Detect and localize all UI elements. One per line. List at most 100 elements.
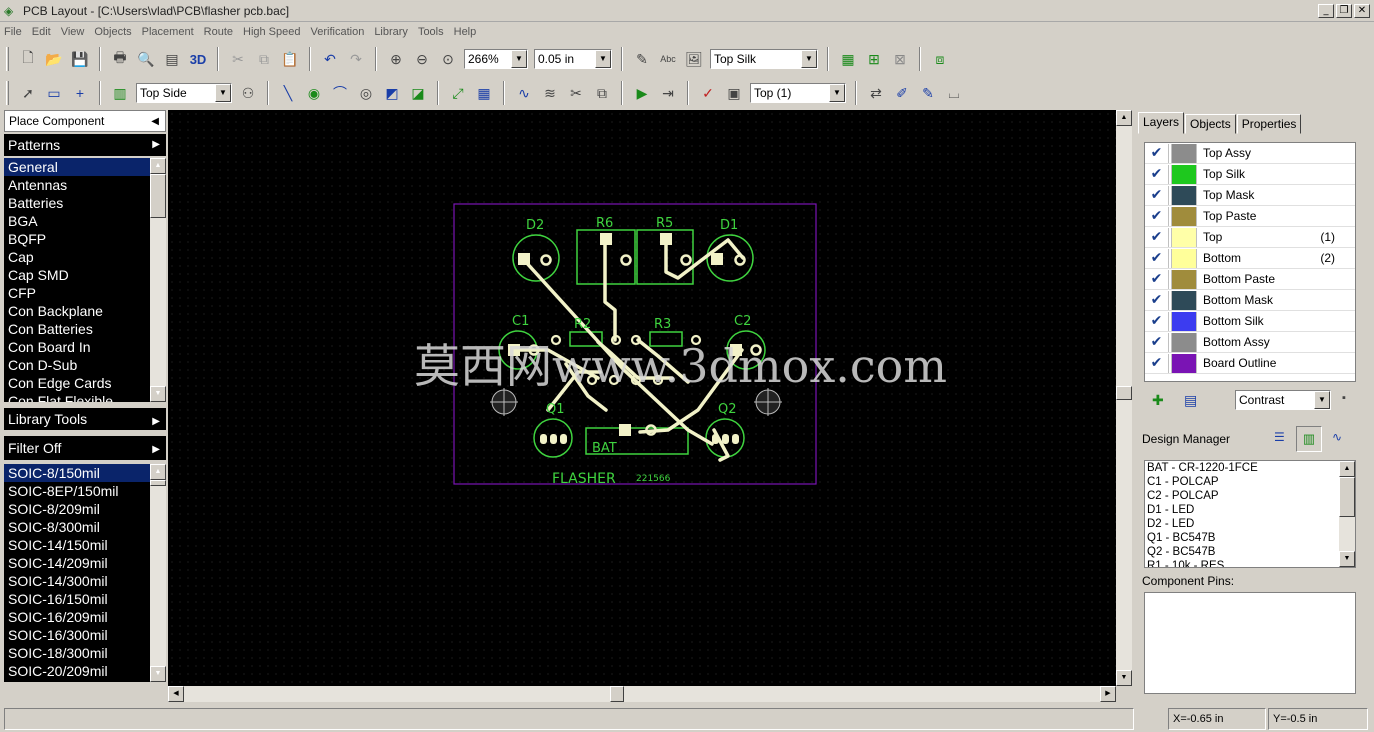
traces-view-icon[interactable]: ∿ xyxy=(1332,430,1342,444)
menu-file[interactable]: File xyxy=(4,26,22,38)
add-layer-icon[interactable]: ✚ xyxy=(1152,392,1164,409)
footprint-list[interactable]: SOIC-8/150mil SOIC-8EP/150mil SOIC-8/209… xyxy=(4,460,166,682)
report-icon[interactable]: ▤ xyxy=(159,46,185,72)
multi-route-icon[interactable]: ≋ xyxy=(537,80,563,106)
arc-icon[interactable]: ⌒ xyxy=(327,80,353,106)
zoom-select[interactable]: 266% ▼ xyxy=(464,49,528,69)
list-item[interactable]: SOIC-14/209mil xyxy=(4,554,166,572)
layer-row[interactable]: ✔ Bottom Mask xyxy=(1145,290,1355,311)
crosshair-icon[interactable]: + xyxy=(67,80,93,106)
scroll-up-icon[interactable]: ▲ xyxy=(1339,461,1355,477)
autoroute-settings-icon[interactable]: ⧉ xyxy=(589,80,615,106)
copper-pour-icon[interactable]: ◪ xyxy=(405,80,431,106)
list-item[interactable]: Con Edge Cards xyxy=(4,374,166,392)
component-pins-list[interactable] xyxy=(1144,592,1356,694)
menu-library[interactable]: Library xyxy=(374,26,408,38)
menu-help[interactable]: Help xyxy=(454,26,477,38)
layer-row[interactable]: ✔ Top (1) xyxy=(1145,227,1355,248)
layer-color-swatch[interactable] xyxy=(1171,269,1197,289)
zoom-in-icon[interactable]: ⊕ xyxy=(383,46,409,72)
list-item[interactable]: Con Backplane xyxy=(4,302,166,320)
layer-row[interactable]: ✔ Bottom (2) xyxy=(1145,248,1355,269)
measure-icon[interactable]: ▭ xyxy=(41,80,67,106)
checkmark-icon[interactable]: ✔ xyxy=(1145,164,1169,184)
unroute-icon[interactable]: ⊠ xyxy=(887,46,913,72)
scroll-down-icon[interactable]: ▼ xyxy=(150,386,166,402)
list-item[interactable]: C2 - POLCAP xyxy=(1145,489,1355,503)
canvas-horizontal-scrollbar[interactable]: ◀ ▶ xyxy=(168,686,1116,702)
image-icon[interactable]: 🖼 xyxy=(681,46,707,72)
baseline-icon[interactable]: ⌴ xyxy=(941,80,967,106)
scroll-up-icon[interactable]: ▲ xyxy=(150,158,166,174)
layer-settings-icon[interactable]: ▤ xyxy=(1184,392,1197,409)
list-item[interactable]: Batteries xyxy=(4,194,166,212)
menu-objects[interactable]: Objects xyxy=(94,26,131,38)
run-autoroute-icon[interactable]: ▶ xyxy=(629,80,655,106)
layer-row[interactable]: ✔ Bottom Paste xyxy=(1145,269,1355,290)
restore-button[interactable]: ❐ xyxy=(1336,4,1352,18)
scroll-left-icon[interactable]: ◀ xyxy=(168,686,184,702)
menu-placement[interactable]: Placement xyxy=(142,26,194,38)
menu-view[interactable]: View xyxy=(61,26,85,38)
layer-color-swatch[interactable] xyxy=(1171,206,1197,226)
dimension-icon[interactable]: ⤢ xyxy=(445,80,471,106)
print-icon[interactable]: 🖶 xyxy=(107,46,133,72)
layer-color-swatch[interactable] xyxy=(1171,290,1197,310)
list-item[interactable]: SOIC-20/209mil xyxy=(4,662,166,680)
list-item[interactable]: SOIC-14/150mil xyxy=(4,536,166,554)
library-tools-header[interactable]: Library Tools ▶ xyxy=(4,402,166,430)
scroll-thumb[interactable] xyxy=(1339,477,1355,517)
pin-panel-icon[interactable]: ▪ xyxy=(1342,392,1346,404)
layer-row[interactable]: ✔ Bottom Assy xyxy=(1145,332,1355,353)
redo-icon[interactable]: ↷ xyxy=(343,46,369,72)
collapse-left-icon[interactable]: ◀ xyxy=(151,116,159,127)
new-file-icon[interactable]: 🗋 xyxy=(15,46,41,72)
silk-layer-select[interactable]: Top Silk ▼ xyxy=(710,49,818,69)
checkmark-icon[interactable]: ✔ xyxy=(1145,353,1169,373)
layer-color-swatch[interactable] xyxy=(1171,311,1197,331)
list-item[interactable]: SOIC-14/300mil xyxy=(4,572,166,590)
grid-table-icon[interactable]: ▦ xyxy=(471,80,497,106)
layer-color-swatch[interactable] xyxy=(1171,185,1197,205)
list-item[interactable]: Q1 - BC547B xyxy=(1145,531,1355,545)
layer-color-swatch[interactable] xyxy=(1171,143,1197,163)
swap-icon[interactable]: ⇄ xyxy=(863,80,889,106)
scroll-up-icon[interactable]: ▲ xyxy=(1116,110,1132,126)
list-item[interactable]: SOIC-16/300mil xyxy=(4,626,166,644)
list-item[interactable]: D2 - LED xyxy=(1145,517,1355,531)
list-item[interactable]: Q2 - BC547B xyxy=(1145,545,1355,559)
list-item[interactable]: Cap SMD xyxy=(4,266,166,284)
contrast-select[interactable]: Contrast ▼ xyxy=(1235,390,1331,410)
list-item[interactable]: D1 - LED xyxy=(1145,503,1355,517)
tab-objects[interactable]: Objects xyxy=(1185,114,1236,134)
abc-text-icon[interactable]: Abc xyxy=(655,46,681,72)
grid-select[interactable]: 0.05 in ▼ xyxy=(534,49,612,69)
layer-row[interactable]: ✔ Top Silk xyxy=(1145,164,1355,185)
list-item[interactable]: SOIC-8EP/150mil xyxy=(4,482,166,500)
list-item[interactable]: SOIC-8/209mil xyxy=(4,500,166,518)
checkmark-icon[interactable]: ✔ xyxy=(1145,227,1169,247)
layer-color-swatch[interactable] xyxy=(1171,353,1197,373)
route-icon[interactable]: ∿ xyxy=(511,80,537,106)
layer-row[interactable]: ✔ Top Mask xyxy=(1145,185,1355,206)
select-arrow-icon[interactable]: ➚ xyxy=(15,80,41,106)
component-list[interactable]: BAT - CR-1220-1FCE C1 - POLCAP C2 - POLC… xyxy=(1144,460,1356,568)
zoom-fit-icon[interactable]: ⊙ xyxy=(435,46,461,72)
place-text-icon[interactable]: ✎ xyxy=(629,46,655,72)
checkmark-icon[interactable]: ✔ xyxy=(1145,206,1169,226)
component-list-scrollbar[interactable]: ▲ ▼ xyxy=(1339,461,1355,567)
scroll-thumb[interactable] xyxy=(150,480,166,486)
checkmark-icon[interactable]: ✔ xyxy=(1145,311,1169,331)
list-item[interactable]: Antennas xyxy=(4,176,166,194)
scroll-down-icon[interactable]: ▼ xyxy=(1339,551,1355,567)
line-icon[interactable]: ╲ xyxy=(275,80,301,106)
list-item[interactable]: SOIC-16/209mil xyxy=(4,608,166,626)
layer-row[interactable]: ✔ Bottom Silk xyxy=(1145,311,1355,332)
menu-route[interactable]: Route xyxy=(204,26,233,38)
tab-layers[interactable]: Layers xyxy=(1138,112,1185,134)
canvas-vertical-scrollbar[interactable]: ▲ ▼ xyxy=(1116,110,1132,686)
print-preview-icon[interactable]: 🔍 xyxy=(133,46,159,72)
via-icon[interactable]: ◎ xyxy=(353,80,379,106)
category-scrollbar[interactable]: ▲ ▼ xyxy=(150,158,166,402)
list-item[interactable]: Con Board In xyxy=(4,338,166,356)
